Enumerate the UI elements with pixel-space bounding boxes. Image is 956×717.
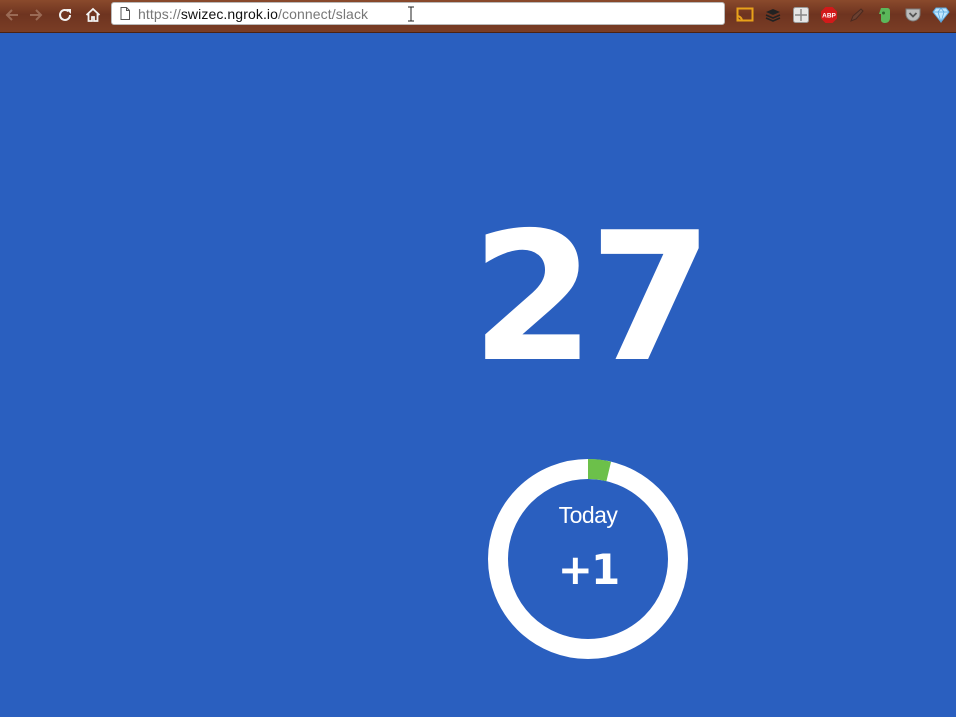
text-cursor-icon [407,6,415,27]
url-scheme: https:// [138,5,181,22]
pocket-icon[interactable] [904,6,922,24]
gem-extension-icon[interactable] [932,6,950,24]
cast-icon[interactable] [736,6,754,24]
forward-button[interactable] [23,3,49,27]
page-icon [120,7,130,20]
home-icon [85,7,101,22]
browser-toolbar: https://swizec.ngrok.io/connect/slack AB… [0,0,956,33]
back-button[interactable] [0,3,25,27]
pen-extension-icon[interactable] [848,6,866,24]
adblock-plus-icon[interactable]: ABP [820,6,838,24]
reload-icon [59,8,71,21]
buffer-icon[interactable] [764,6,782,24]
today-label: Today [558,502,618,528]
progress-ring-fill [587,459,612,482]
today-value: +1 [557,545,620,594]
evernote-icon[interactable] [876,6,894,24]
url-domain: swizec.ngrok.io [180,5,279,22]
url-path: /connect/slack [278,5,369,22]
total-count: 27 [471,194,713,401]
forward-icon [30,9,43,21]
svg-text:ABP: ABP [822,13,836,20]
home-button[interactable] [80,3,106,27]
back-icon [5,9,18,21]
grid-extension-icon[interactable] [792,6,810,24]
reload-button[interactable] [52,3,78,27]
address-bar[interactable]: https://swizec.ngrok.io/connect/slack [111,2,725,25]
url-text: https://swizec.ngrok.io/connect/slack [138,6,368,22]
